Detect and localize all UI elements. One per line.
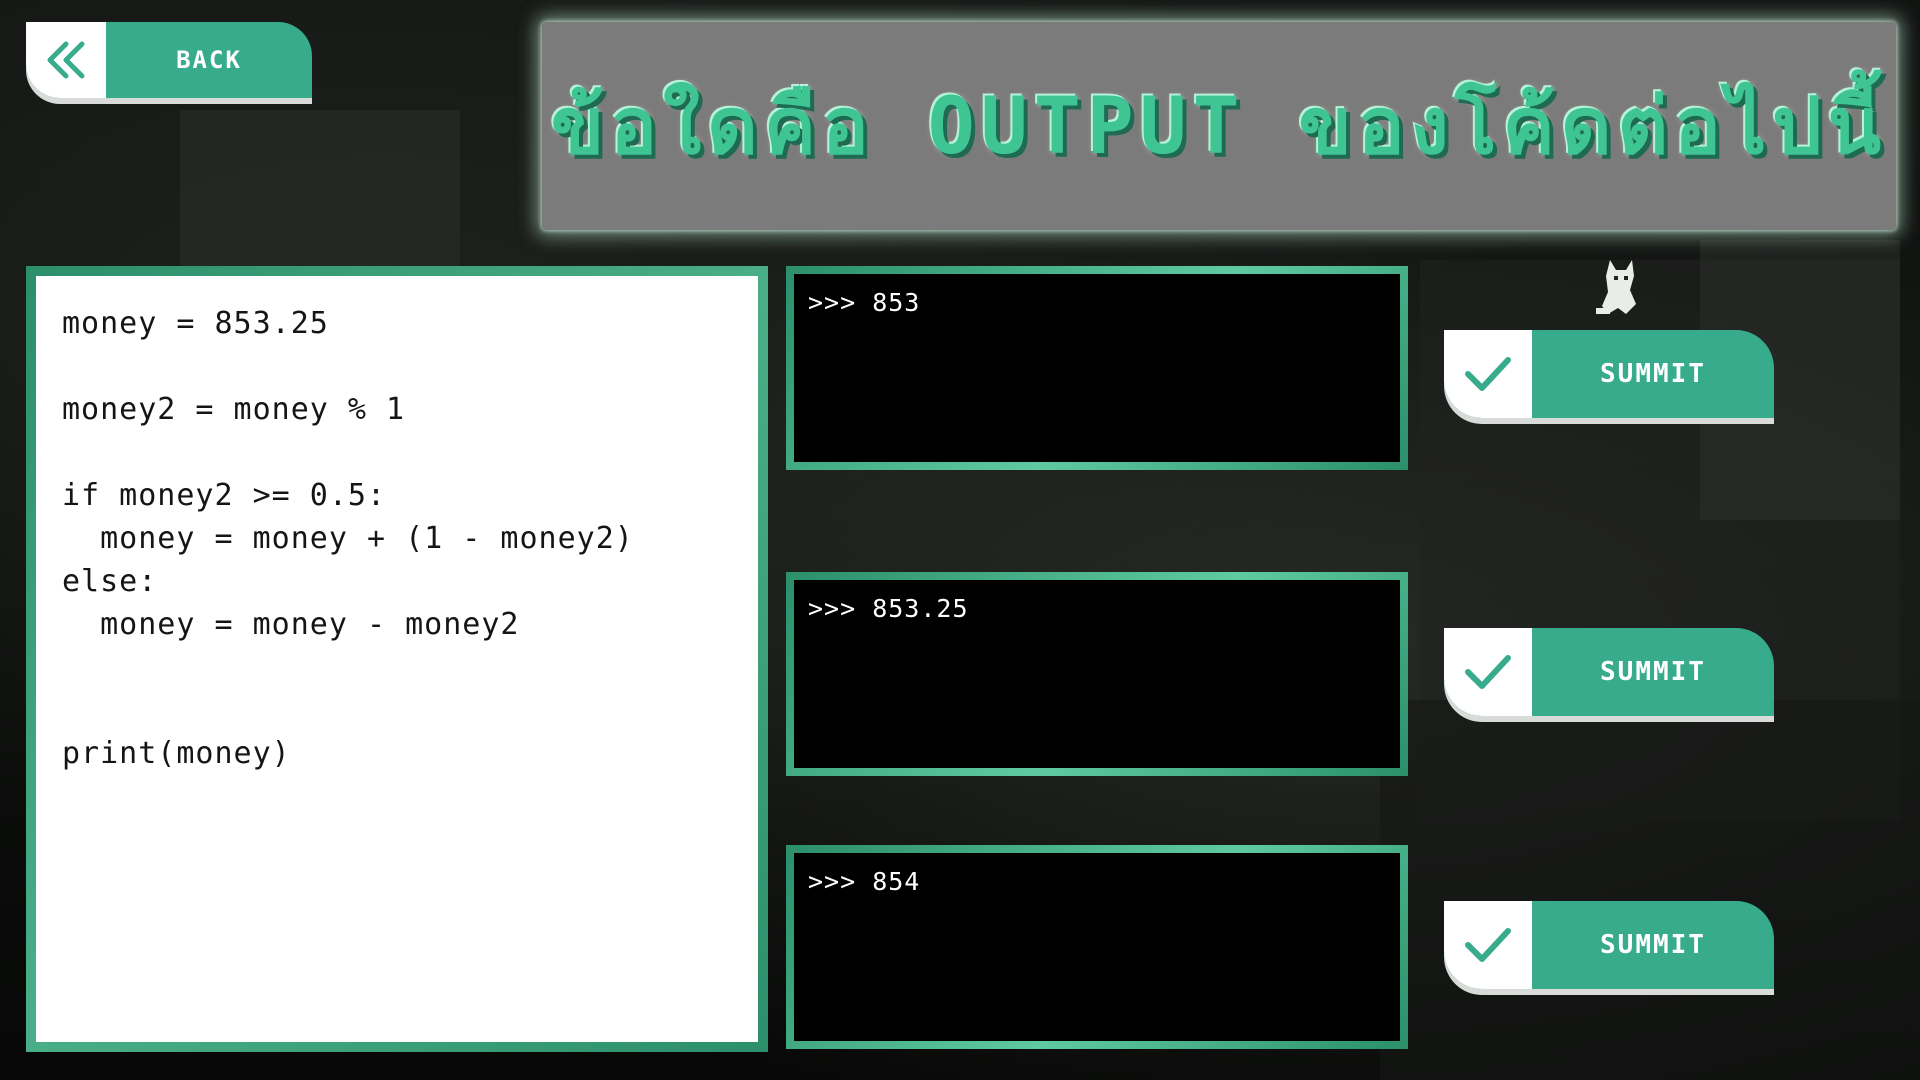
submit-icon-cell — [1444, 901, 1532, 989]
answer-console: >>> 853.25 — [794, 580, 1400, 768]
submit-button-3[interactable]: SUMMIT — [1444, 901, 1774, 995]
answer-option-1: >>> 853 — [786, 266, 1408, 470]
code-line: else: — [62, 564, 158, 599]
back-button-label: BACK — [176, 46, 242, 74]
answer-output-text: >>> 854 — [808, 867, 921, 896]
submit-button-body: SUMMIT — [1444, 901, 1774, 989]
code-line: money2 = money % 1 — [62, 392, 406, 427]
answer-option-3: >>> 854 — [786, 845, 1408, 1049]
double-chevron-left-icon — [47, 41, 85, 79]
background-ruin-floor — [1380, 700, 1920, 1080]
question-title: ข้อใดคือ OUTPUT ของโค้ดต่อไปนี้ — [550, 82, 1888, 172]
submit-button-label: SUMMIT — [1600, 930, 1706, 960]
submit-icon-cell — [1444, 628, 1532, 716]
submit-button-body: SUMMIT — [1444, 330, 1774, 418]
back-button-body: BACK — [26, 22, 312, 98]
code-line: money = money + (1 - money2) — [62, 521, 634, 556]
answer-output-text: >>> 853 — [808, 288, 921, 317]
submit-button-body: SUMMIT — [1444, 628, 1774, 716]
code-line: money = 853.25 — [62, 306, 329, 341]
checkmark-icon — [1465, 357, 1511, 391]
back-button[interactable]: BACK — [26, 22, 312, 104]
submit-button-label: SUMMIT — [1600, 359, 1706, 389]
submit-button-2[interactable]: SUMMIT — [1444, 628, 1774, 722]
background-ruin-block — [180, 110, 460, 280]
answer-option-2: >>> 853.25 — [786, 572, 1408, 776]
game-screen: BACK ข้อใดคือ OUTPUT ของโค้ดต่อไปนี้ mon… — [0, 0, 1920, 1080]
back-icon-cell — [26, 22, 106, 98]
answer-console: >>> 853 — [794, 274, 1400, 462]
code-line: money = money - money2 — [62, 607, 520, 642]
code-line: if money2 >= 0.5: — [62, 478, 387, 513]
answer-console: >>> 854 — [794, 853, 1400, 1041]
code-block: money = 853.25 money2 = money % 1 if mon… — [36, 276, 758, 1042]
checkmark-icon — [1465, 655, 1511, 689]
submit-button-1[interactable]: SUMMIT — [1444, 330, 1774, 424]
answer-output-text: >>> 853.25 — [808, 594, 969, 623]
checkmark-icon — [1465, 928, 1511, 962]
question-banner: ข้อใดคือ OUTPUT ของโค้ดต่อไปนี้ — [542, 22, 1896, 230]
code-panel: money = 853.25 money2 = money % 1 if mon… — [26, 266, 768, 1052]
submit-icon-cell — [1444, 330, 1532, 418]
submit-button-label: SUMMIT — [1600, 657, 1706, 687]
cat-mascot-icon — [1596, 260, 1636, 314]
code-line: print(money) — [62, 736, 291, 771]
